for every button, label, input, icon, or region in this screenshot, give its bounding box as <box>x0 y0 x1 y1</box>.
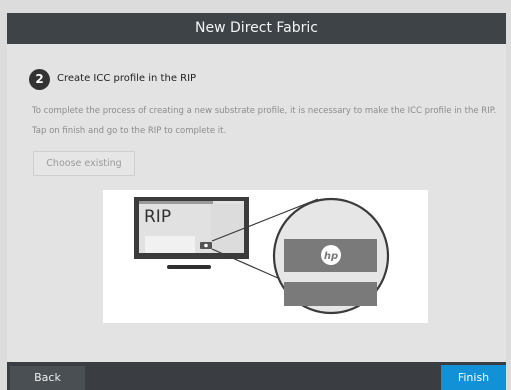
dialog-window: New Direct Fabric 2 Create ICC profile i… <box>0 0 511 390</box>
back-button[interactable]: Back <box>10 366 85 390</box>
window-title: New Direct Fabric <box>7 13 506 44</box>
hp-logo-icon: hp <box>324 251 338 262</box>
rip-screen-label: RIP <box>144 207 171 227</box>
magnifier-graphic: hp <box>272 197 390 315</box>
choose-existing-button[interactable]: Choose existing <box>33 151 135 176</box>
description-line-2: Tap on finish and go to the RIP to compl… <box>32 126 227 136</box>
monitor-stand <box>167 265 211 269</box>
description-line-1: To complete the process of creating a ne… <box>32 106 497 116</box>
step-number-badge: 2 <box>29 69 50 90</box>
step-title: Create ICC profile in the RIP <box>57 73 197 84</box>
finish-button[interactable]: Finish <box>441 365 506 390</box>
rip-illustration: RIP hp <box>103 190 428 323</box>
